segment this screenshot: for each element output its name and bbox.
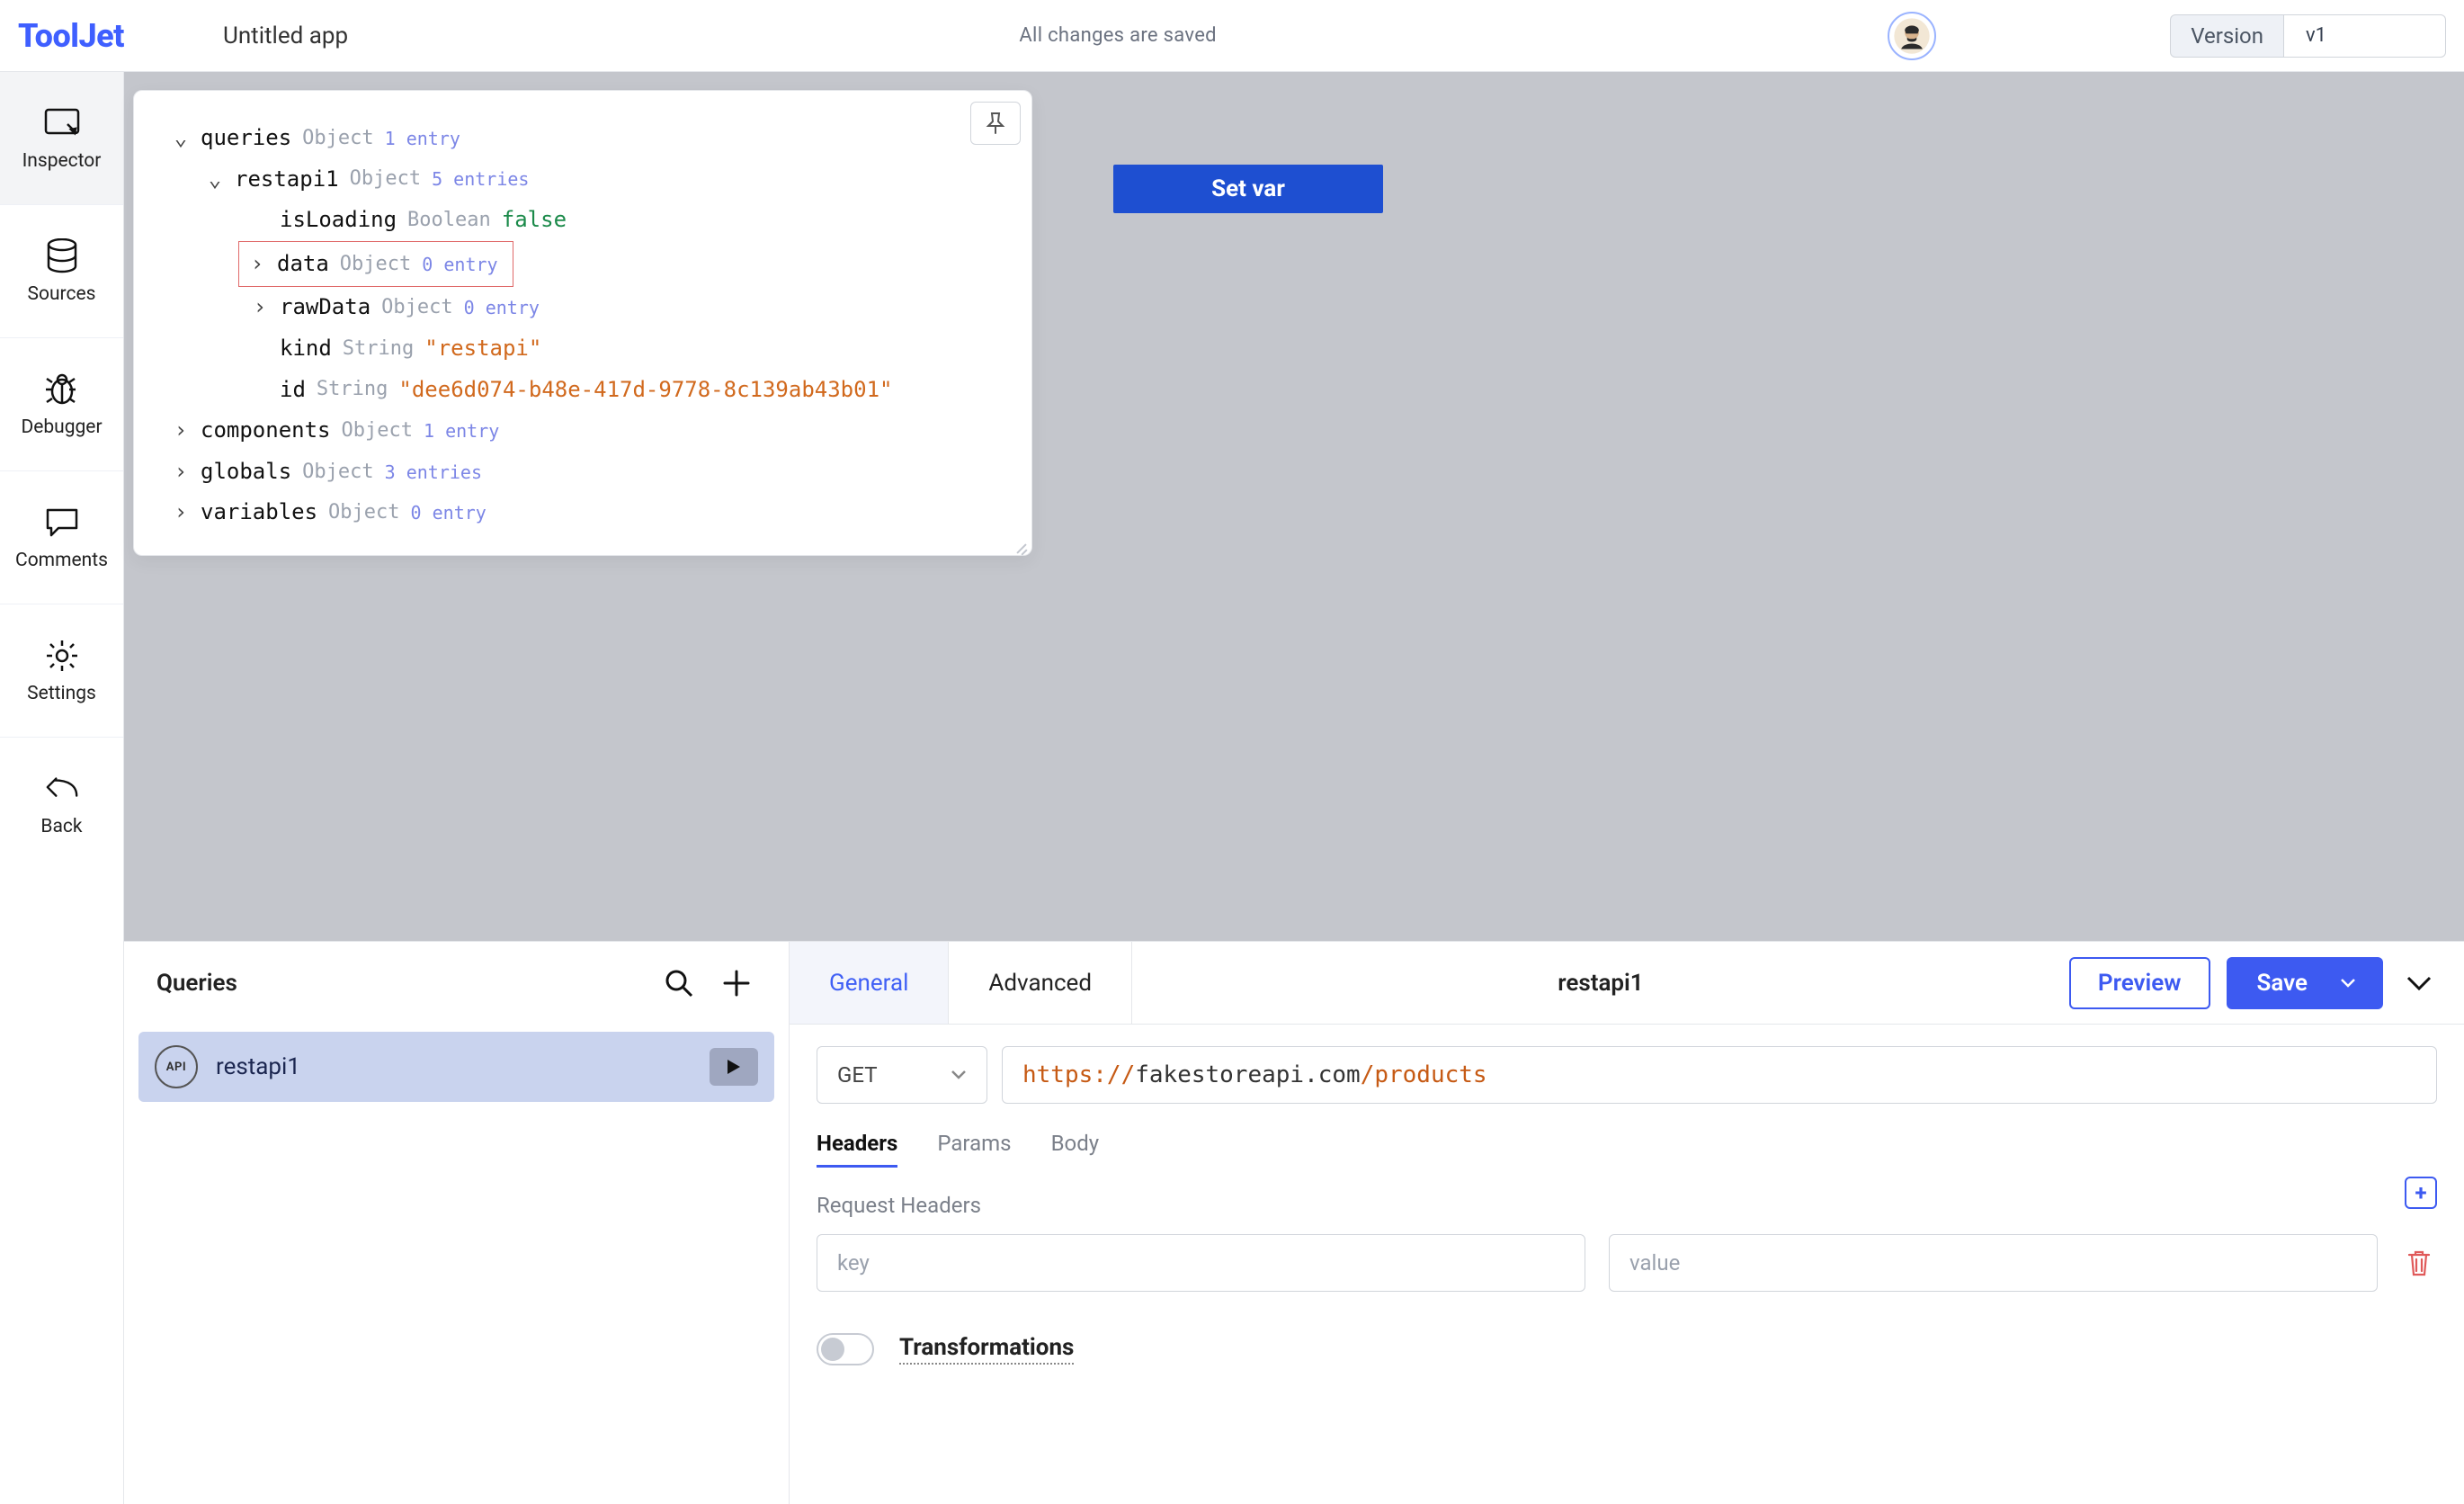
nav-label: Back [40, 816, 82, 837]
search-queries-button[interactable] [659, 963, 699, 1003]
nav-label: Inspector [22, 150, 102, 172]
http-method-select[interactable]: GET [817, 1046, 987, 1104]
inspector-panel: ⌄ queries Object 1 entry ⌄ restapi1 Obje… [133, 90, 1032, 556]
tree-row-components[interactable]: › components Object 1 entry [159, 410, 1006, 452]
tree-row-data[interactable]: › data Object 0 entry [159, 241, 1006, 288]
current-query-name: restapi1 [1132, 942, 2069, 1024]
subtab-params[interactable]: Params [937, 1131, 1011, 1168]
nav-debugger[interactable]: Debugger [0, 338, 123, 471]
delete-header-button[interactable] [2401, 1245, 2437, 1281]
resize-handle[interactable] [1012, 537, 1028, 553]
tree-row-rawdata[interactable]: › rawData Object 0 entry [159, 287, 1006, 328]
tree-row-restapi1[interactable]: ⌄ restapi1 Object 5 entries [159, 159, 1006, 201]
avatar[interactable] [1888, 12, 1936, 60]
chevron-down-icon [951, 1070, 967, 1080]
left-nav: Inspector Sources Debugger Comments Sett… [0, 72, 124, 1504]
chevron-down-icon [2406, 974, 2433, 992]
transformations-label: Transformations [899, 1334, 1074, 1365]
url-input[interactable]: https://fakestoreapi.com/products [1002, 1046, 2437, 1104]
queries-title: Queries [156, 970, 641, 997]
nav-settings[interactable]: Settings [0, 604, 123, 738]
pin-icon [986, 112, 1005, 135]
header-key-input[interactable]: key [817, 1234, 1585, 1292]
chevron-down-icon: ⌄ [206, 159, 224, 201]
nav-back[interactable]: Back [0, 738, 123, 871]
plus-icon [722, 969, 751, 998]
transformations-toggle[interactable] [817, 1333, 874, 1365]
nav-sources[interactable]: Sources [0, 205, 123, 338]
nav-label: Settings [27, 683, 96, 704]
restapi-icon: API [155, 1045, 198, 1088]
subtab-body[interactable]: Body [1051, 1131, 1100, 1168]
version-label: Version [2170, 14, 2284, 58]
chevron-right-icon: › [172, 452, 190, 493]
tab-advanced[interactable]: Advanced [949, 942, 1132, 1024]
nav-inspector[interactable]: Inspector [0, 72, 123, 205]
version-select[interactable]: v1 [2284, 14, 2446, 58]
query-name: restapi1 [216, 1053, 692, 1080]
logo: ToolJet [18, 17, 124, 55]
tree-row-kind[interactable]: kind String "restapi" [159, 328, 1006, 370]
header-value-input[interactable]: value [1609, 1234, 2378, 1292]
chevron-right-icon: › [248, 244, 266, 285]
database-icon [44, 238, 80, 274]
tab-general[interactable]: General [790, 942, 949, 1024]
comment-icon [44, 505, 80, 541]
nav-comments[interactable]: Comments [0, 471, 123, 604]
back-arrow-icon [44, 771, 80, 807]
query-row-restapi1[interactable]: API restapi1 [138, 1032, 774, 1102]
add-header-button[interactable]: + [2405, 1177, 2437, 1209]
query-config: General Advanced restapi1 Preview Save [790, 942, 2464, 1504]
tree-row-id[interactable]: id String "dee6d074-b48e-417d-9778-8c139… [159, 370, 1006, 411]
chevron-right-icon: › [251, 287, 269, 328]
tree-row-isloading[interactable]: isLoading Boolean false [159, 200, 1006, 241]
subtab-headers[interactable]: Headers [817, 1131, 897, 1168]
tree-row-variables[interactable]: › variables Object 0 entry [159, 492, 1006, 533]
app-name[interactable]: Untitled app [223, 22, 348, 49]
trash-icon [2406, 1249, 2432, 1277]
nav-label: Debugger [21, 416, 102, 438]
pin-button[interactable] [970, 102, 1021, 145]
preview-button[interactable]: Preview [2069, 957, 2210, 1009]
tree-row-queries[interactable]: ⌄ queries Object 1 entry [159, 118, 1006, 159]
expand-panel-button[interactable] [2399, 963, 2439, 1003]
save-button[interactable]: Save [2227, 957, 2384, 1009]
queries-column: Queries API restapi1 [124, 942, 790, 1504]
avatar-icon [1893, 17, 1931, 55]
tree-row-globals[interactable]: › globals Object 3 entries [159, 452, 1006, 493]
chevron-right-icon: › [172, 492, 190, 533]
setvar-button[interactable]: Set var [1113, 165, 1383, 213]
run-query-button[interactable] [710, 1048, 758, 1086]
nav-label: Comments [15, 550, 108, 571]
bottom-panel: Queries API restapi1 [124, 941, 2464, 1504]
chevron-down-icon [2340, 978, 2356, 989]
chevron-down-icon: ⌄ [172, 118, 190, 159]
inspector-tree: ⌄ queries Object 1 entry ⌄ restapi1 Obje… [159, 118, 1006, 533]
chevron-right-icon: › [172, 410, 190, 452]
gear-icon [44, 638, 80, 674]
bug-icon [44, 372, 80, 407]
inspector-icon [44, 105, 80, 141]
search-icon [664, 968, 694, 998]
add-query-button[interactable] [717, 963, 756, 1003]
section-request-headers: Request Headers [817, 1168, 1008, 1218]
play-icon [726, 1058, 742, 1076]
save-status: All changes are saved [348, 24, 1888, 47]
top-bar: ToolJet Untitled app All changes are sav… [0, 0, 2464, 72]
nav-label: Sources [28, 283, 96, 305]
canvas[interactable]: Set var ⌄ queries Object 1 entry [124, 72, 2464, 941]
